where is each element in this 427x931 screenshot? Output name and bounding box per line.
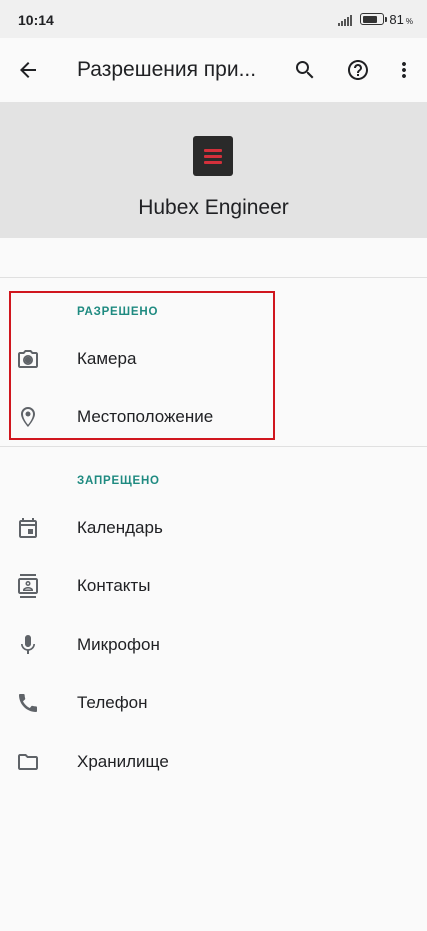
signal-icon [338, 12, 353, 26]
status-time: 10:14 [18, 12, 54, 28]
page-title: Разрешения при... [77, 58, 257, 81]
permission-row-calendar[interactable]: Календарь [0, 500, 427, 556]
arrow-back-icon[interactable] [16, 58, 40, 82]
permission-label: Контакты [77, 576, 151, 595]
permission-label: Микрофон [77, 635, 160, 654]
app-header: Hubex Engineer [0, 102, 427, 238]
divider [0, 446, 427, 447]
hubex-app-icon [193, 136, 233, 176]
battery-level: 81 [389, 11, 404, 27]
status-indicators: 81 % [338, 11, 413, 27]
permission-row-storage[interactable]: Хранилище [0, 734, 427, 790]
battery-unit: % [405, 16, 413, 26]
folder-icon [16, 750, 40, 774]
permission-label: Календарь [77, 518, 163, 537]
permission-row-phone[interactable]: Телефон [0, 675, 427, 731]
permission-row-microphone[interactable]: Микрофон [0, 617, 427, 673]
permission-label: Хранилище [77, 752, 169, 771]
permission-label: Телефон [77, 693, 148, 712]
phone-icon [16, 691, 40, 715]
app-name: Hubex Engineer [138, 196, 289, 219]
battery-icon [360, 13, 388, 25]
microphone-icon [16, 633, 40, 657]
permission-row-contacts[interactable]: Контакты [0, 558, 427, 614]
highlight-box [9, 291, 275, 440]
calendar-icon [16, 516, 40, 540]
divider [0, 277, 427, 278]
contacts-icon [16, 574, 40, 598]
status-bar: 10:14 81 % [0, 0, 427, 38]
search-icon[interactable] [293, 58, 317, 82]
section-label-denied: ЗАПРЕЩЕНО [77, 475, 160, 487]
app-toolbar: Разрешения при... [0, 38, 427, 102]
more-vert-icon[interactable] [392, 58, 416, 82]
help-icon[interactable] [346, 58, 370, 82]
